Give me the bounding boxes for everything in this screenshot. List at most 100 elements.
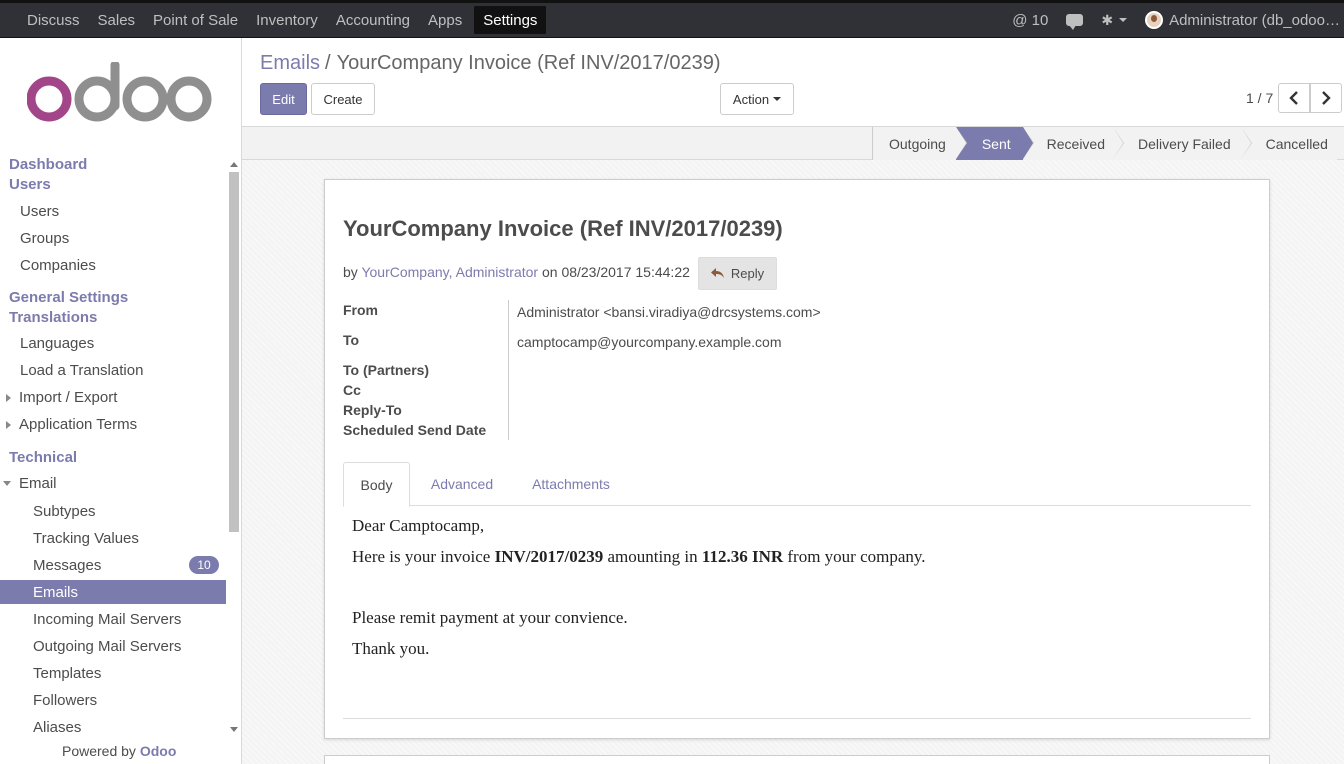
powered-by-prefix: Powered by xyxy=(62,743,136,759)
body-text-part: from your company. xyxy=(783,547,926,566)
status-cancelled[interactable]: Cancelled xyxy=(1240,127,1337,160)
sidebar-item-templates[interactable]: Templates xyxy=(33,665,101,682)
statusbar: Outgoing Sent Received Delivery Failed C… xyxy=(242,127,1344,160)
menu-sales[interactable]: Sales xyxy=(89,3,145,37)
by-label: by xyxy=(343,264,358,280)
from-label: From xyxy=(343,302,378,318)
messages-count-badge: 10 xyxy=(189,556,219,574)
menu-discuss[interactable]: Discuss xyxy=(18,3,89,37)
reply-label: Reply xyxy=(730,266,765,281)
invoice-number: INV/2017/0239 xyxy=(494,547,604,566)
powered-by: Powered by Odoo xyxy=(62,743,176,759)
user-menu[interactable]: Administrator (db_odoo… xyxy=(1136,11,1344,29)
sidebar-item-import-export[interactable]: Import / Export xyxy=(19,389,117,406)
to-label: To xyxy=(343,332,360,348)
sidebar-item-companies[interactable]: Companies xyxy=(20,257,96,274)
sidebar-section-translations[interactable]: Translations xyxy=(9,309,97,326)
sidebar: Dashboard Users Users Groups Companies G… xyxy=(0,38,242,764)
chat-icon[interactable] xyxy=(1057,14,1092,30)
from-value[interactable]: Administrator <bansi.viradiya@drcsystems… xyxy=(517,304,821,320)
systray: @ 10 ✱ Administrator (db_odoo… xyxy=(1003,3,1344,37)
body-remit-line: Please remit payment at your convience. xyxy=(352,608,628,627)
edit-button[interactable]: Edit xyxy=(260,83,307,115)
body-text-part: amounting in xyxy=(603,547,702,566)
body-text-part: Here is your invoice xyxy=(352,547,495,566)
sidebar-item-outgoing-mail-servers[interactable]: Outgoing Mail Servers xyxy=(33,638,181,655)
scroll-up-arrow-icon[interactable] xyxy=(230,162,238,167)
tab-body[interactable]: Body xyxy=(343,462,410,507)
reply-arrow-icon xyxy=(710,268,724,278)
caret-right-icon[interactable] xyxy=(6,421,11,429)
menu-point-of-sale[interactable]: Point of Sale xyxy=(144,3,247,37)
sidebar-item-incoming-mail-servers[interactable]: Incoming Mail Servers xyxy=(33,611,181,628)
chevron-down-icon xyxy=(773,97,782,101)
status-received[interactable]: Received xyxy=(1022,127,1125,160)
reply-button[interactable]: Reply xyxy=(698,257,777,290)
to-partners-label: To (Partners) xyxy=(343,362,430,378)
pager-previous-button[interactable] xyxy=(1278,83,1310,113)
action-dropdown[interactable]: Action xyxy=(720,83,794,115)
body-greeting: Dear Camptocamp, xyxy=(352,516,485,535)
caret-down-icon[interactable] xyxy=(3,481,11,486)
sidebar-section-technical[interactable]: Technical xyxy=(9,449,77,466)
status-outgoing[interactable]: Outgoing xyxy=(873,127,967,160)
sidebar-item-followers[interactable]: Followers xyxy=(33,692,97,709)
sidebar-item-languages[interactable]: Languages xyxy=(20,335,94,352)
menu-accounting[interactable]: Accounting xyxy=(327,3,419,37)
breadcrumb-emails-link[interactable]: Emails xyxy=(260,52,320,74)
sidebar-item-messages[interactable]: Messages xyxy=(33,557,101,574)
reply-to-label: Reply-To xyxy=(343,402,402,418)
breadcrumb: Emails / YourCompany Invoice (Ref INV/2017… xyxy=(260,52,721,75)
mentions-counter[interactable]: @ 10 xyxy=(1003,12,1057,29)
create-button[interactable]: Create xyxy=(311,83,375,115)
sidebar-item-groups[interactable]: Groups xyxy=(20,230,69,247)
scheduled-send-date-label: Scheduled Send Date xyxy=(343,422,487,438)
notebook-tabs: Body Advanced Attachments xyxy=(343,462,1251,507)
scroll-thumb[interactable] xyxy=(229,172,239,532)
sidebar-item-users[interactable]: Users xyxy=(20,203,59,220)
breadcrumb-separator: / xyxy=(325,52,331,74)
sidebar-item-dashboard[interactable]: Dashboard xyxy=(9,156,87,173)
user-name: Administrator (db_odoo… xyxy=(1169,11,1340,29)
email-byline: by YourCompany, Administrator on 08/23/2… xyxy=(343,264,690,280)
scroll-down-arrow-icon[interactable] xyxy=(230,727,238,732)
pager-next-button[interactable] xyxy=(1310,83,1342,113)
sidebar-item-load-translation[interactable]: Load a Translation xyxy=(20,362,143,379)
sidebar-scrollbar[interactable] xyxy=(229,162,239,732)
email-authors-link[interactable]: YourCompany, Administrator xyxy=(361,264,538,280)
tab-attachments[interactable]: Attachments xyxy=(521,462,621,506)
menu-apps[interactable]: Apps xyxy=(419,3,471,37)
chevron-right-icon xyxy=(1322,91,1331,105)
invoice-amount: 112.36 INR xyxy=(701,547,784,566)
sidebar-item-aliases[interactable]: Aliases xyxy=(33,719,81,736)
status-steps: Outgoing Sent Received Delivery Failed C… xyxy=(872,127,1337,160)
sidebar-item-tracking-values[interactable]: Tracking Values xyxy=(33,530,139,547)
app-menu: Discuss Sales Point of Sale Inventory Ac… xyxy=(0,3,547,37)
menu-settings[interactable]: Settings xyxy=(474,6,547,34)
action-label: Action xyxy=(732,91,770,107)
chevron-left-icon xyxy=(1289,91,1298,105)
menu-inventory[interactable]: Inventory xyxy=(247,3,327,37)
sidebar-item-email[interactable]: Email xyxy=(19,475,57,492)
powered-by-brand[interactable]: Odoo xyxy=(140,743,177,759)
cc-label: Cc xyxy=(343,382,361,398)
status-delivery-failed[interactable]: Delivery Failed xyxy=(1113,127,1252,160)
email-subject: YourCompany Invoice (Ref INV/2017/0239) xyxy=(343,216,783,241)
sidebar-item-application-terms[interactable]: Application Terms xyxy=(19,416,137,433)
sidebar-section-users[interactable]: Users xyxy=(9,176,51,193)
to-value[interactable]: camptocamp@yourcompany.example.com xyxy=(517,334,782,350)
email-date: 08/23/2017 15:44:22 xyxy=(561,264,690,280)
body-invoice-line: Here is your invoice INV/2017/0239 amoun… xyxy=(352,547,926,567)
caret-right-icon[interactable] xyxy=(6,394,11,402)
debug-bug-icon[interactable]: ✱ xyxy=(1092,12,1136,29)
sidebar-item-subtypes[interactable]: Subtypes xyxy=(33,503,96,520)
sidebar-item-general-settings[interactable]: General Settings xyxy=(9,289,128,306)
tab-advanced[interactable]: Advanced xyxy=(419,462,505,506)
control-panel: Emails / YourCompany Invoice (Ref INV/2017… xyxy=(242,38,1344,127)
pager-value[interactable]: 1 / 7 xyxy=(1246,90,1273,106)
breadcrumb-current: YourCompany Invoice (Ref INV/2017/0239) xyxy=(336,52,721,74)
on-label: on xyxy=(541,264,558,280)
sidebar-item-emails[interactable]: Emails xyxy=(33,584,78,601)
top-navbar: Discuss Sales Point of Sale Inventory Ac… xyxy=(0,0,1344,38)
avatar xyxy=(1145,11,1164,29)
